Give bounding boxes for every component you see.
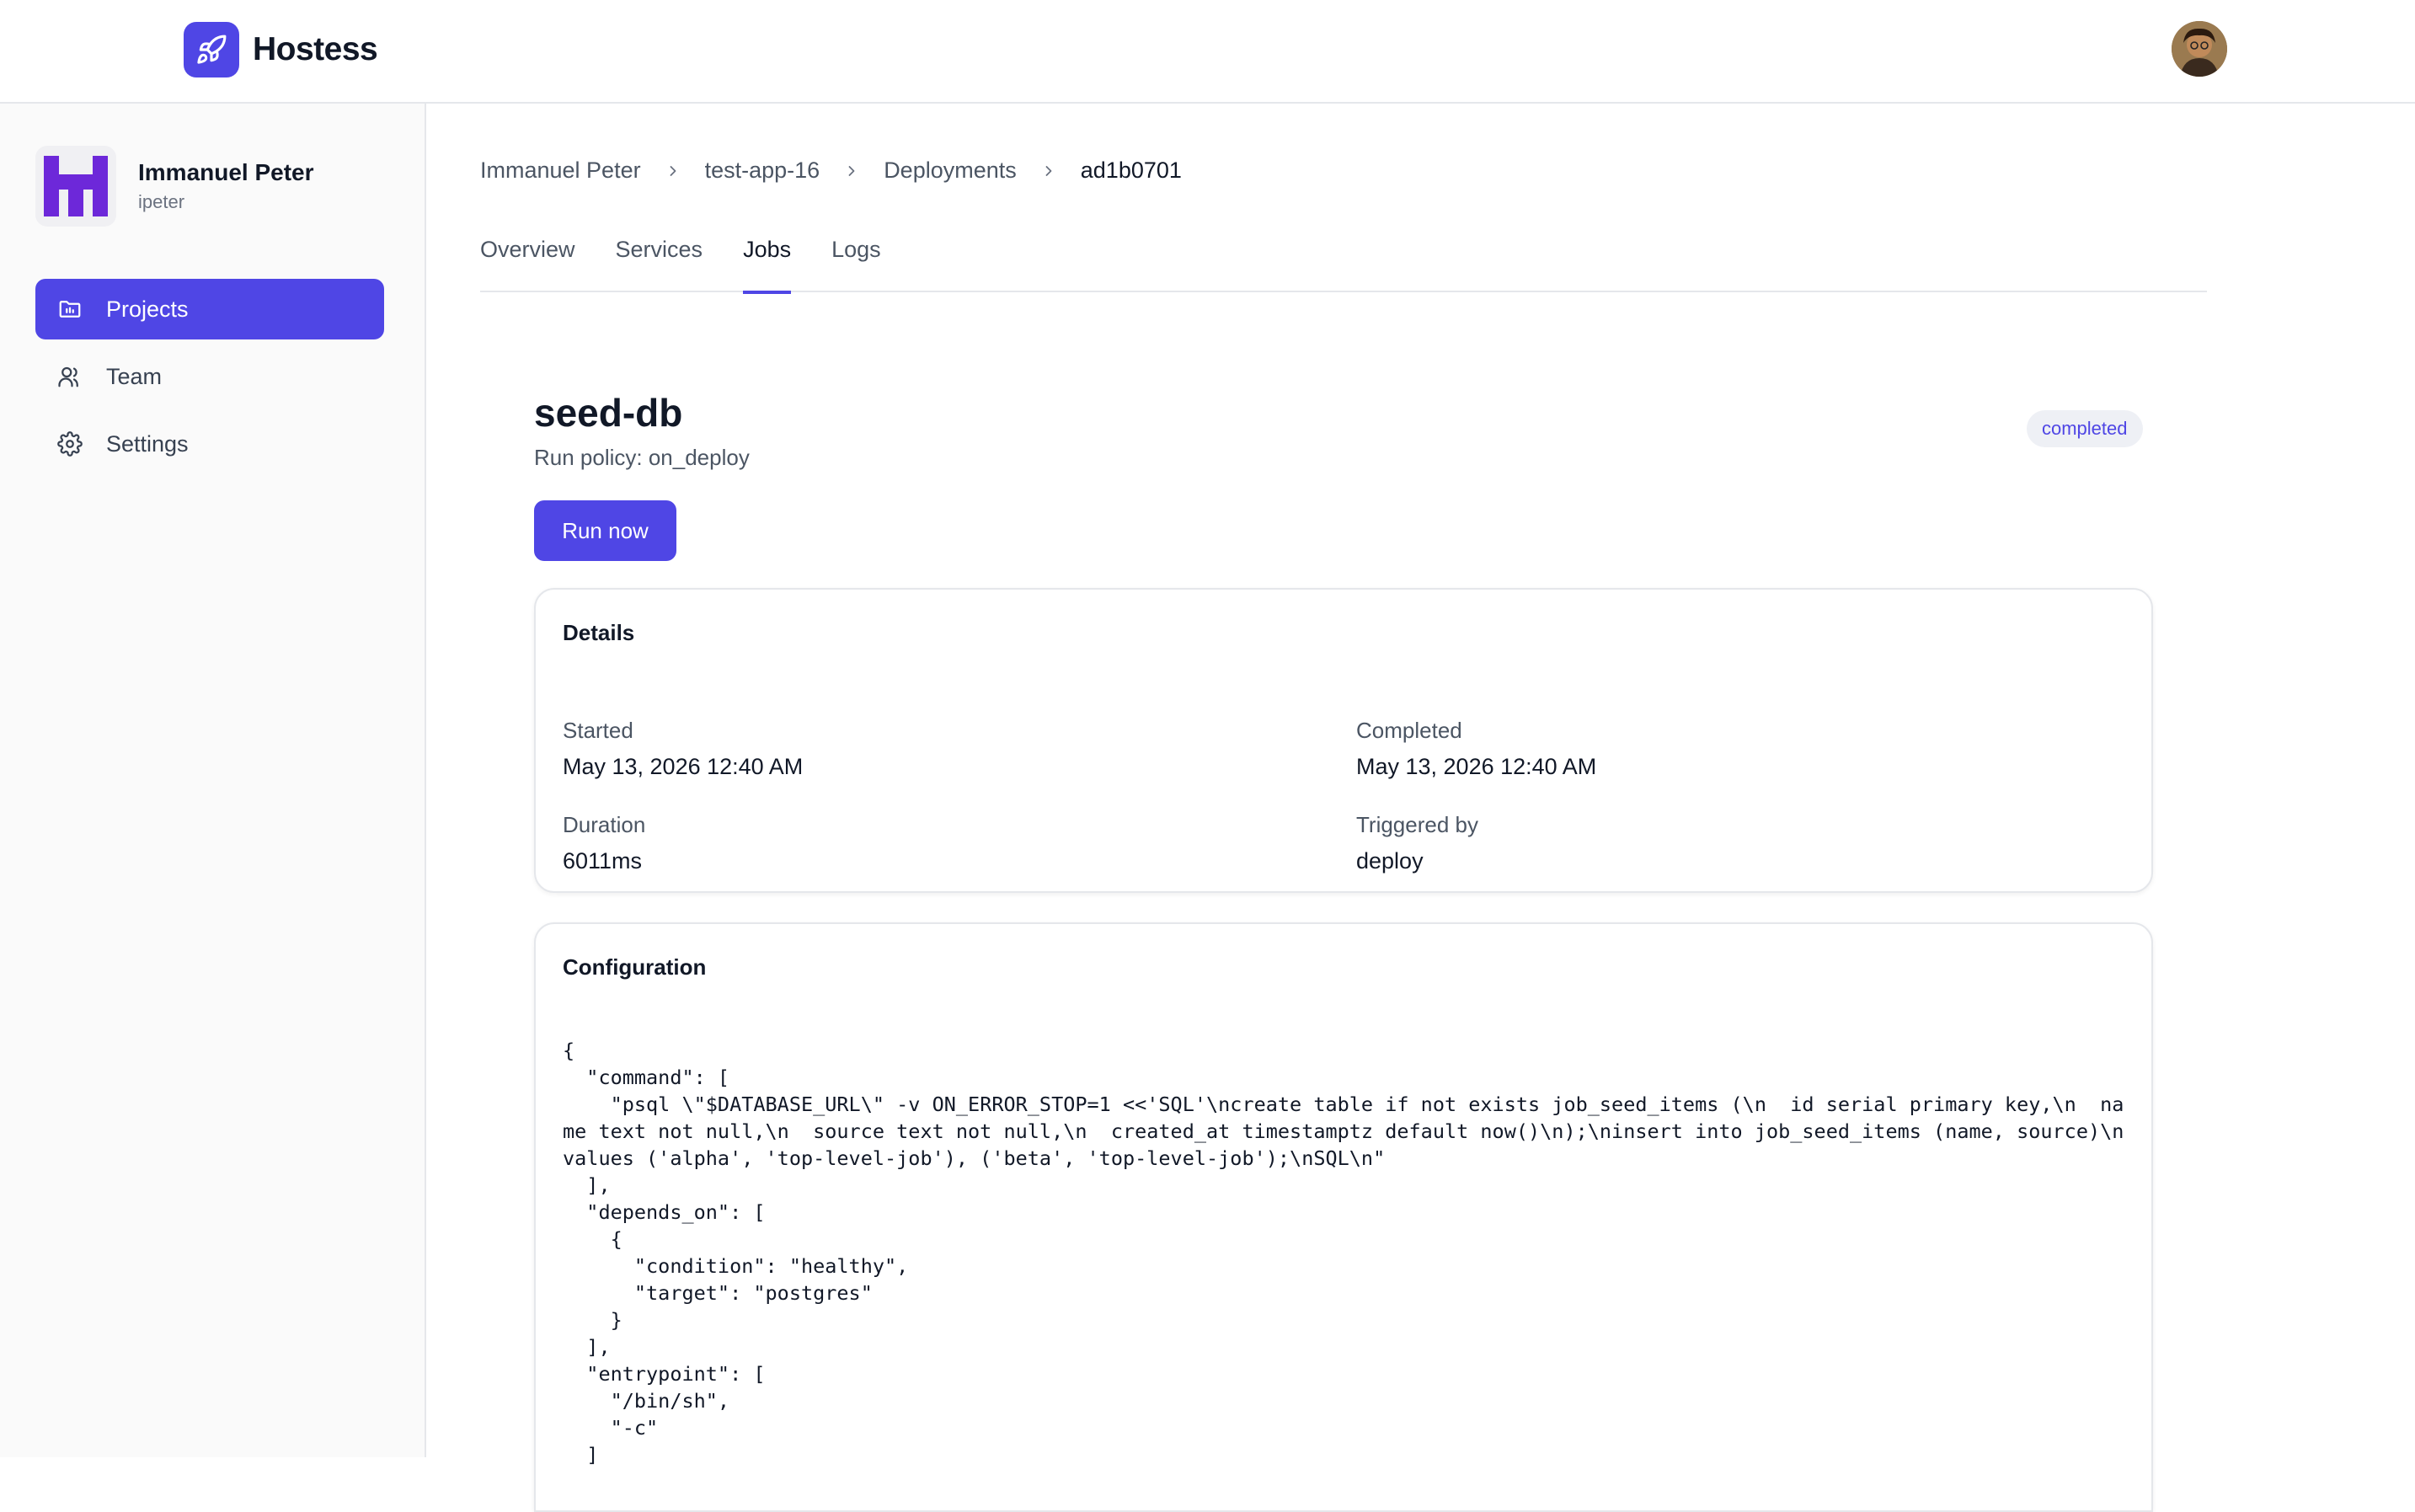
breadcrumb-item-org[interactable]: Immanuel Peter	[480, 158, 641, 184]
job-run-policy: Run policy: on_deploy	[534, 445, 750, 470]
user-avatar[interactable]	[2172, 21, 2227, 77]
users-icon	[58, 366, 78, 387]
org-switcher[interactable]: Immanuel Peter ipeter	[35, 146, 314, 227]
tab-logs[interactable]: Logs	[831, 222, 881, 292]
duration-label: Duration	[563, 812, 646, 837]
configuration-title: Configuration	[563, 954, 707, 980]
started-value: May 13, 2026 12:40 AM	[563, 754, 804, 779]
duration-value: 6011ms	[563, 848, 643, 874]
gear-icon	[57, 431, 83, 457]
job-title: seed-db	[534, 391, 683, 435]
triggered-label: Triggered by	[1356, 812, 1478, 837]
folder-icon	[59, 301, 81, 318]
started-field: Started May 13, 2026 12:40 AM	[563, 718, 803, 780]
sidebar-item-projects[interactable]: Projects	[35, 279, 384, 339]
sidebar-item-team[interactable]: Team	[35, 346, 384, 407]
app-name: Hostess	[253, 31, 378, 67]
run-now-button[interactable]: Run now	[534, 500, 676, 561]
tab-services[interactable]: Services	[616, 222, 703, 292]
triggered-value: deploy	[1356, 848, 1424, 874]
sidebar-nav: Projects Team Settings	[35, 279, 384, 481]
configuration-card: Configuration { "command": [ "psql \"$DA…	[534, 922, 2153, 1512]
triggered-field: Triggered by deploy	[1356, 812, 1478, 874]
rocket-icon	[184, 22, 239, 77]
tab-bar: Overview Services Jobs Logs	[480, 222, 2207, 294]
duration-field: Duration 6011ms	[563, 812, 645, 874]
sidebar-item-label: Team	[106, 363, 163, 389]
sidebar: Immanuel Peter ipeter Projects Team Sett…	[0, 104, 426, 1457]
chevron-right-icon	[665, 163, 681, 179]
brand[interactable]: Hostess	[184, 22, 378, 77]
details-card: Details Started May 13, 2026 12:40 AM Co…	[534, 588, 2153, 893]
started-label: Started	[563, 718, 633, 743]
chevron-right-icon	[843, 163, 860, 179]
sidebar-item-settings[interactable]: Settings	[35, 414, 384, 474]
completed-field: Completed May 13, 2026 12:40 AM	[1356, 718, 1596, 780]
breadcrumb-item-deployments[interactable]: Deployments	[884, 158, 1017, 184]
breadcrumb-item-project[interactable]: test-app-16	[705, 158, 820, 184]
sidebar-item-label: Projects	[106, 296, 189, 322]
configuration-json: { "command": [ "psql \"$DATABASE_URL\" -…	[563, 1039, 2124, 1467]
status-badge: completed	[2027, 410, 2143, 447]
completed-label: Completed	[1356, 718, 1462, 743]
top-bar: Hostess	[0, 0, 2415, 104]
details-title: Details	[563, 620, 635, 645]
breadcrumb-item-current: ad1b0701	[1080, 158, 1182, 183]
sidebar-item-label: Settings	[106, 430, 189, 457]
breadcrumb: Immanuel Peter test-app-16 Deployments a…	[480, 158, 1182, 184]
org-logo-icon	[35, 146, 116, 227]
tab-overview[interactable]: Overview	[480, 222, 575, 292]
org-name: Immanuel Peter	[138, 159, 314, 185]
completed-value: May 13, 2026 12:40 AM	[1356, 754, 1597, 779]
chevron-right-icon	[1040, 163, 1057, 179]
org-handle: ipeter	[138, 191, 185, 212]
tab-jobs[interactable]: Jobs	[743, 222, 792, 294]
